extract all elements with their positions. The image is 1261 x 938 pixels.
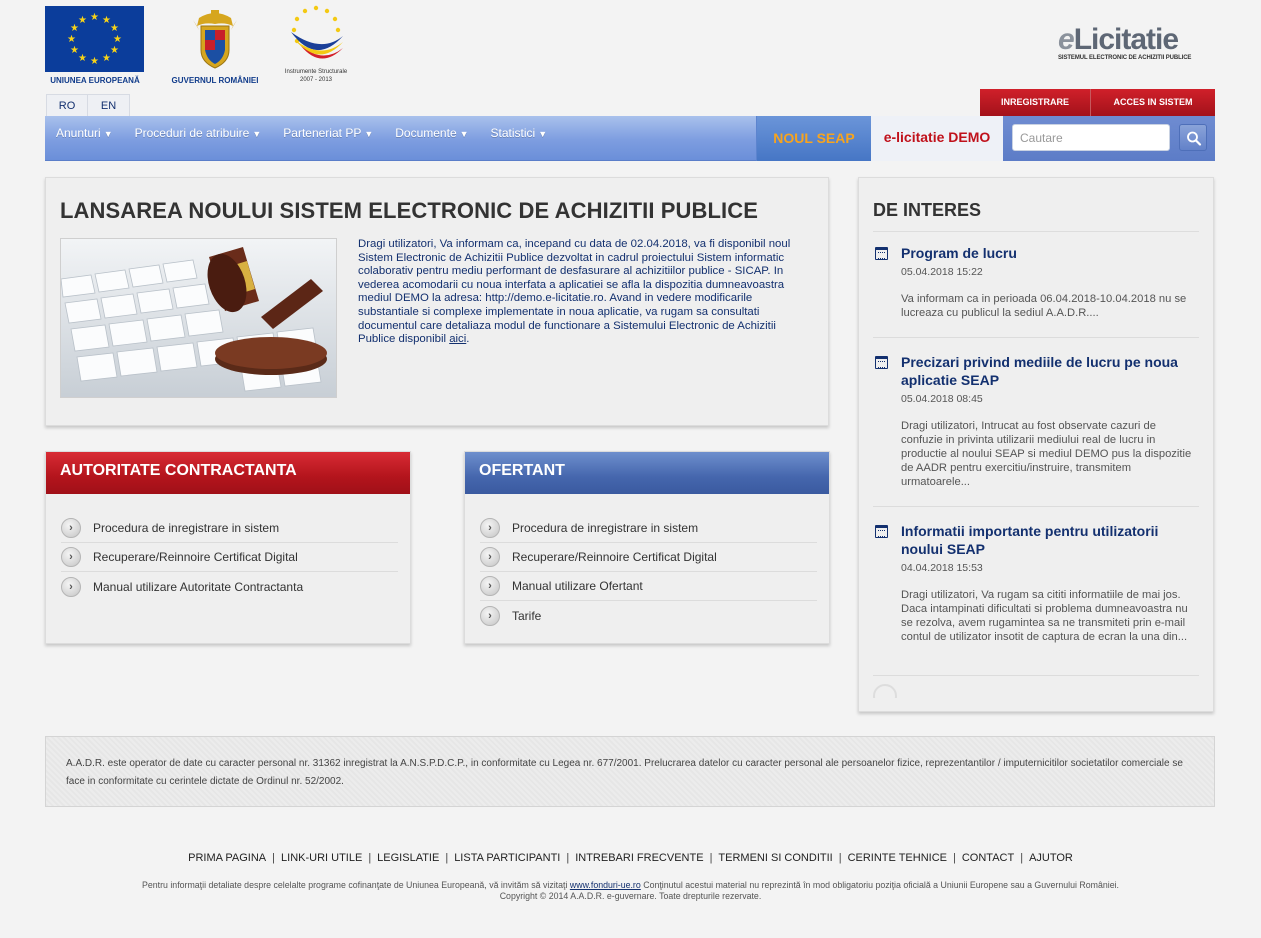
arrow-right-icon: ›	[480, 605, 500, 626]
brand-e: e	[1058, 23, 1075, 56]
news-date: 04.04.2018 15:53	[901, 562, 983, 574]
structural-instruments-logo: Instrumente Structurale 2007 - 2013	[278, 2, 354, 84]
news-title[interactable]: Program de lucru	[901, 244, 1199, 262]
footer-links: PRIMA PAGINA | LINK-URI UTILE | LEGISLATIE | L…	[188, 852, 1073, 864]
announcement-link[interactable]: aici	[449, 333, 466, 345]
autoritate-title: AUTORITATE CONTRACTANTA	[46, 452, 410, 494]
footer-link-lista-participanti[interactable]: LISTA PARTICIPANTI	[454, 852, 560, 864]
news-title[interactable]: Informatii importante pentru utilizatori…	[901, 522, 1199, 558]
news-date: 05.04.2018 08:45	[901, 393, 983, 405]
autoritate-list: › Procedura de inregistrare in sistem › Re…	[46, 494, 410, 601]
de-interes-panel: DE INTERES Program de lucru 05.04.2018 1…	[858, 177, 1214, 712]
brand-subtitle: SISTEMUL ELECTRONIC DE ACHIZITII PUBLICE	[1058, 55, 1192, 61]
list-item[interactable]: › Manual utilizare Ofertant	[480, 572, 817, 601]
list-item[interactable]: › Procedura de inregistrare in sistem	[480, 514, 817, 543]
coat-of-arms-icon	[189, 6, 241, 72]
announcement-panel: LANSAREA NOULUI SISTEM ELECTRONIC DE ACH…	[45, 177, 829, 426]
list-item[interactable]: › Recuperare/Reinnoire Certificat Digital	[61, 543, 398, 572]
loading-indicator-icon	[873, 684, 899, 698]
list-item[interactable]: › Recuperare/Reinnoire Certificat Digital	[480, 543, 817, 572]
nav-item-anunturi[interactable]: Anunturi ▼	[45, 116, 124, 161]
footer-link-intrebari-frecvente[interactable]: INTREBARI FRECVENTE	[575, 852, 703, 864]
caret-down-icon: ▼	[538, 129, 548, 139]
footer-link-termeni-si-conditii[interactable]: TERMENI SI CONDITII	[718, 852, 832, 864]
ofertant-panel: OFERTANT › Procedura de inregistrare in s…	[464, 451, 830, 644]
footer-link-contact[interactable]: CONTACT	[962, 852, 1014, 864]
arrow-right-icon: ›	[61, 547, 81, 567]
nav-item-statistici[interactable]: Statistici ▼	[480, 116, 559, 161]
login-button[interactable]: ACCES IN SISTEM	[1091, 89, 1215, 116]
government-caption: GUVERNUL ROMÂNIEI	[171, 76, 259, 85]
news-text: Dragi utilizatori, Va rugam sa cititi in…	[901, 589, 1188, 643]
eu-logo: ★ ★ ★ ★ ★ ★ ★ ★ ★ ★ ★ ★ UNIUNEA EUROPEAN…	[45, 6, 145, 85]
language-ro[interactable]: RO	[46, 94, 88, 117]
announcement-text: Dragi utilizatori, Va informam ca, incep…	[358, 238, 791, 346]
auth-tabs: INREGISTRARE ACCES IN SISTEM	[980, 89, 1215, 116]
caret-down-icon: ▼	[459, 129, 469, 139]
structural-instruments-caption: Instrumente Structurale	[284, 69, 348, 75]
news-item: Precizari privind mediile de lucru pe no…	[873, 353, 1199, 507]
footer-link-link-uri-utile[interactable]: LINK-URI UTILE	[281, 852, 362, 864]
news-item: Informatii importante pentru utilizatori…	[873, 522, 1199, 676]
news-item: Program de lucru 05.04.2018 15:22 Va inf…	[873, 244, 1199, 338]
language-switcher: RO EN	[46, 94, 130, 117]
divider	[873, 231, 1199, 232]
nav-item-proceduri[interactable]: Proceduri de atribuire ▼	[124, 116, 273, 161]
list-item[interactable]: › Procedura de inregistrare in sistem	[61, 514, 398, 543]
footer-link-legislatie[interactable]: LEGISLATIE	[377, 852, 439, 864]
demo-link[interactable]: e-licitatie DEMO	[871, 116, 1003, 161]
brand-title: Licitatie	[1073, 23, 1179, 56]
footer-link-cerinte-tehnice[interactable]: CERINTE TEHNICE	[848, 852, 947, 864]
ofertant-list: › Procedura de inregistrare in sistem › Re…	[465, 494, 829, 630]
footer-note: Pentru informaţii detaliate despre celel…	[0, 880, 1261, 902]
nav-item-documente[interactable]: Documente ▼	[384, 116, 479, 161]
search-box	[1003, 116, 1215, 161]
noul-seap-link[interactable]: NOUL SEAP	[756, 116, 871, 161]
eu-caption: UNIUNEA EUROPEANĂ	[50, 76, 140, 85]
autoritate-panel: AUTORITATE CONTRACTANTA › Procedura de in…	[45, 451, 411, 644]
calendar-icon	[875, 247, 888, 260]
news-text: Va informam ca in perioada 06.04.2018-10…	[901, 293, 1187, 319]
news-date: 05.04.2018 15:22	[901, 266, 983, 278]
arrow-right-icon: ›	[61, 518, 81, 538]
nav-item-parteneriat[interactable]: Parteneriat PP ▼	[272, 116, 384, 161]
elicitatie-logo[interactable]: eLicitatie SISTEMUL ELECTRONIC DE ACHIZI…	[1058, 23, 1218, 62]
calendar-icon	[875, 525, 888, 538]
footer-link-ajutor[interactable]: AJUTOR	[1029, 852, 1073, 864]
news-text: Dragi utilizatori, Intrucat au fost obse…	[901, 420, 1192, 488]
footer-link-prima-pagina[interactable]: PRIMA PAGINA	[188, 852, 266, 864]
search-input[interactable]	[1012, 124, 1170, 151]
data-protection-notice: A.A.D.R. este operator de date cu caract…	[45, 736, 1215, 807]
search-button[interactable]	[1179, 124, 1207, 151]
arrow-right-icon: ›	[61, 576, 81, 597]
arrow-right-icon: ›	[480, 576, 500, 596]
de-interes-title: DE INTERES	[873, 200, 982, 220]
ofertant-title: OFERTANT	[465, 452, 829, 494]
caret-down-icon: ▼	[252, 129, 262, 139]
arrow-right-icon: ›	[480, 518, 500, 538]
structural-instruments-icon	[281, 2, 351, 68]
register-button[interactable]: INREGISTRARE	[980, 89, 1091, 116]
announcement-title: LANSAREA NOULUI SISTEM ELECTRONIC DE ACH…	[60, 198, 759, 223]
list-item[interactable]: › Manual utilizare Autoritate Contractant…	[61, 572, 398, 601]
caret-down-icon: ▼	[103, 129, 113, 139]
calendar-icon	[875, 356, 888, 369]
nav-menu: Anunturi ▼ Proceduri de atribuire ▼ Parten…	[45, 116, 558, 161]
caret-down-icon: ▼	[364, 129, 374, 139]
gavel-keyboard-image	[60, 238, 337, 398]
main-navigation: Anunturi ▼ Proceduri de atribuire ▼ Parten…	[45, 116, 1215, 161]
arrow-right-icon: ›	[480, 547, 500, 567]
search-icon	[1187, 131, 1202, 146]
structural-instruments-period: 2007 - 2013	[299, 77, 333, 83]
eu-flag-icon: ★ ★ ★ ★ ★ ★ ★ ★ ★ ★ ★ ★	[45, 6, 144, 72]
language-en[interactable]: EN	[88, 94, 130, 117]
fonduri-ue-link[interactable]: www.fonduri-ue.ro	[570, 880, 641, 890]
news-title[interactable]: Precizari privind mediile de lucru pe no…	[901, 353, 1199, 389]
copyright: Copyright © 2014 A.A.D.R. e-guvernare. T…	[499, 891, 762, 901]
list-item[interactable]: › Tarife	[480, 601, 817, 630]
government-logo: GUVERNUL ROMÂNIEI	[163, 6, 267, 85]
